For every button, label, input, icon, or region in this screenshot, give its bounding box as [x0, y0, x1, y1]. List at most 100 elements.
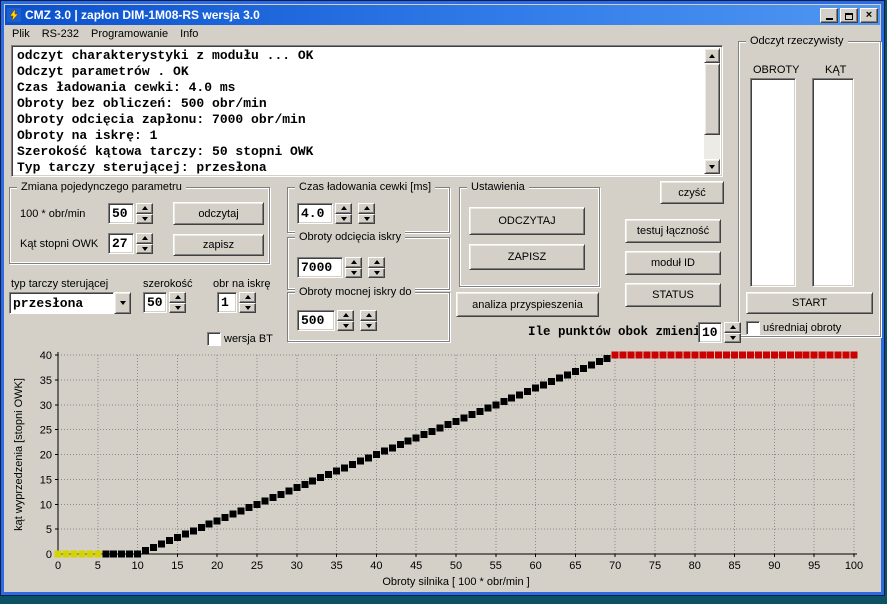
read-param-button[interactable]: odczytaj [173, 202, 264, 225]
rpm-param-spinner-down-button[interactable] [136, 214, 153, 225]
status-button[interactable]: STATUS [625, 283, 721, 307]
rpm-readout-list[interactable] [750, 78, 796, 287]
angle-param-field[interactable]: 27 [108, 233, 134, 254]
ignition-curve-chart[interactable]: 0510152025303540455055606570758085909510… [9, 347, 880, 604]
sparks-per-rev-spinner-down-button[interactable] [239, 303, 256, 314]
spark-cutoff-spinner-fine-up-arrow-icon [374, 260, 380, 264]
disc-type-dropdown-button[interactable] [114, 292, 131, 314]
coil-time-spinner-coarse-down-arrow-icon [341, 217, 347, 221]
svg-text:0: 0 [46, 549, 52, 561]
scroll-down-icon [709, 165, 715, 169]
coil-time-group: Czas ładowania cewki [ms] 4.0 [287, 187, 450, 233]
coil-time-spinner-fine [358, 203, 375, 224]
settings-write-button[interactable]: ZAPISZ [469, 244, 585, 270]
points-to-change-field[interactable]: 10 [698, 322, 722, 343]
titlebar[interactable]: CMZ 3.0 | zapłon DIM-1M08-RS wersja 3.0 … [5, 5, 880, 25]
module-id-button[interactable]: moduł ID [625, 251, 721, 275]
close-button[interactable]: × [860, 8, 878, 23]
console-scrollbar[interactable] [704, 48, 720, 174]
sparks-per-rev-spinner-up-button[interactable] [239, 292, 256, 303]
svg-text:25: 25 [251, 560, 263, 572]
angle-param-spinner-up-arrow-icon [142, 236, 148, 240]
write-param-button[interactable]: zapisz [173, 234, 264, 256]
rpm-param-spinner-up-arrow-icon [142, 206, 148, 210]
spark-cutoff-spinner-coarse-down-button[interactable] [345, 268, 362, 279]
series-charakterystyka-zaplonu [102, 355, 610, 558]
window-title: CMZ 3.0 | zapłon DIM-1M08-RS wersja 3.0 [25, 8, 818, 22]
points-to-change-spinner-up-button[interactable] [724, 322, 741, 333]
points-to-change-spinner-down-button[interactable] [724, 333, 741, 344]
minimize-button[interactable] [820, 8, 838, 23]
spark-cutoff-field[interactable]: 7000 [297, 257, 343, 278]
menu-item-info[interactable]: Info [175, 27, 205, 43]
strong-spark-group-title: Obroty mocnej iskry do [295, 285, 415, 299]
disc-width-spinner-down-button[interactable] [169, 303, 186, 314]
console-output[interactable]: odczyt charakterystyki z modułu ... OK O… [11, 45, 723, 177]
disc-type-label: typ tarczy sterującej [11, 278, 108, 290]
rpm-param-label: 100 * obr/min [20, 208, 85, 220]
svg-text:0: 0 [55, 560, 61, 572]
coil-time-spinner-coarse-up-button[interactable] [335, 203, 352, 214]
svg-text:30: 30 [291, 560, 303, 572]
coil-time-spinner-coarse-up-arrow-icon [341, 206, 347, 210]
strong-spark-spinner-fine-down-arrow-icon [366, 324, 372, 328]
disc-type-value: przesłona [9, 292, 114, 314]
spark-cutoff-spinner-coarse-up-button[interactable] [345, 257, 362, 268]
angle-column-header: KĄT [825, 64, 846, 76]
strong-spark-spinner-coarse-up-button[interactable] [337, 310, 354, 321]
dropdown-arrow-icon [120, 301, 126, 305]
bt-version-checkbox[interactable] [207, 332, 221, 346]
svg-text:70: 70 [609, 560, 621, 572]
app-window: CMZ 3.0 | zapłon DIM-1M08-RS wersja 3.0 … [0, 0, 885, 596]
svg-text:55: 55 [490, 560, 502, 572]
scrollbar-thumb[interactable] [704, 63, 720, 135]
rpm-param-spinner-up-button[interactable] [136, 203, 153, 214]
angle-param-spinner-down-button[interactable] [136, 244, 153, 255]
strong-spark-spinner-fine-down-button[interactable] [360, 321, 377, 332]
strong-spark-spinner-fine-up-arrow-icon [366, 313, 372, 317]
start-button[interactable]: START [746, 292, 873, 314]
svg-text:95: 95 [808, 560, 820, 572]
minimize-icon [826, 18, 833, 20]
svg-text:50: 50 [450, 560, 462, 572]
svg-text:15: 15 [171, 560, 183, 572]
points-to-change-label: Ile punktów obok zmienić [528, 325, 708, 339]
sparks-per-rev-field[interactable]: 1 [217, 292, 237, 313]
scrollbar-up-button[interactable] [704, 48, 720, 63]
settings-read-button[interactable]: ODCZYTAJ [469, 207, 585, 235]
disc-width-label: szerokość [143, 278, 193, 290]
menu-item-rs232[interactable]: RS-232 [37, 27, 86, 43]
coil-time-field[interactable]: 4.0 [297, 203, 333, 224]
clear-console-button[interactable]: czyść [660, 181, 724, 204]
svg-text:40: 40 [370, 560, 382, 572]
coil-time-spinner-fine-up-button[interactable] [358, 203, 375, 214]
spark-cutoff-spinner-coarse-up-arrow-icon [351, 260, 357, 264]
maximize-button[interactable] [840, 8, 858, 23]
angle-param-spinner-up-button[interactable] [136, 233, 153, 244]
spark-cutoff-spinner-fine-up-button[interactable] [368, 257, 385, 268]
disc-width-spinner-up-button[interactable] [169, 292, 186, 303]
rpm-param-spinner-down-arrow-icon [142, 217, 148, 221]
svg-text:10: 10 [40, 499, 52, 511]
disc-width-field[interactable]: 50 [143, 292, 167, 313]
menu-item-plik[interactable]: Plik [7, 27, 37, 43]
strong-spark-spinner-fine-up-button[interactable] [360, 310, 377, 321]
strong-spark-spinner-coarse-down-button[interactable] [337, 321, 354, 332]
menu-item-programowanie[interactable]: Programowanie [86, 27, 175, 43]
scrollbar-down-button[interactable] [704, 159, 720, 174]
angle-readout-list[interactable] [812, 78, 854, 287]
disc-type-combo[interactable]: przesłona [9, 292, 131, 314]
rpm-column-header: OBROTY [753, 64, 799, 76]
console-line: Obroty bez obliczeń: 500 obr/min [17, 96, 701, 112]
coil-time-spinner-fine-down-button[interactable] [358, 214, 375, 225]
console-line: odczyt charakterystyki z modułu ... OK [17, 48, 701, 64]
rpm-param-field[interactable]: 50 [108, 203, 134, 224]
console-line: Czas ładowania cewki: 4.0 ms [17, 80, 701, 96]
strong-spark-field[interactable]: 500 [297, 310, 335, 331]
test-connection-button[interactable]: testuj łączność [625, 219, 721, 243]
coil-time-spinner-coarse-down-button[interactable] [335, 214, 352, 225]
spark-cutoff-spinner-fine-down-button[interactable] [368, 268, 385, 279]
acceleration-analysis-button[interactable]: analiza przyspieszenia [456, 292, 599, 317]
average-rpm-checkbox[interactable] [746, 321, 760, 335]
svg-text:20: 20 [40, 450, 52, 462]
